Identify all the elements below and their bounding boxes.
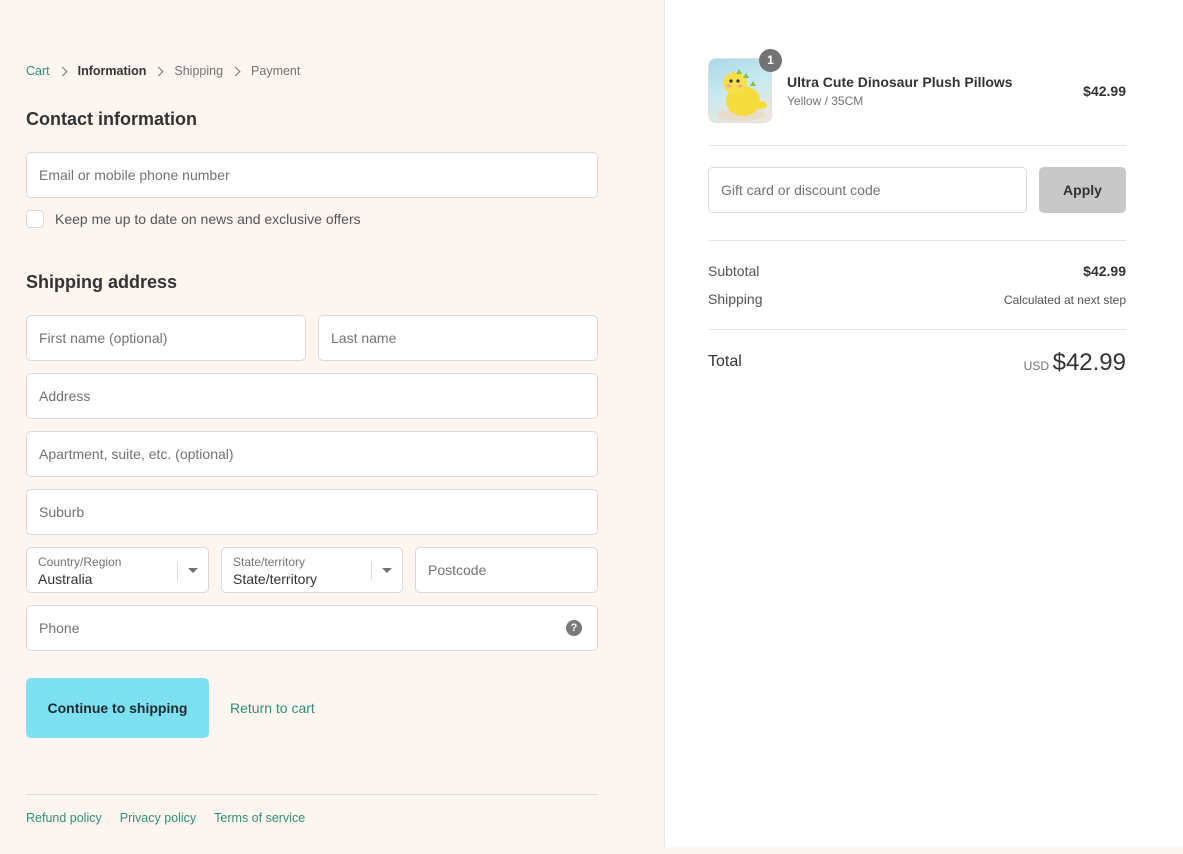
phone-wrapper: ? (26, 605, 598, 651)
breadcrumb-payment: Payment (251, 64, 301, 78)
discount-wrapper (708, 167, 1027, 213)
country-label: Country/Region (38, 555, 122, 569)
chevron-right-icon (230, 66, 241, 76)
return-to-cart-link[interactable]: Return to cart (230, 700, 315, 716)
chevron-down-icon (188, 568, 198, 573)
product-variant: Yellow / 35CM (787, 94, 864, 108)
breadcrumb-shipping: Shipping (174, 64, 224, 78)
newsletter-label: Keep me up to date on news and exclusive… (55, 211, 361, 227)
summary-divider (708, 329, 1126, 330)
discount-code-field[interactable] (709, 168, 1026, 212)
summary-divider (708, 240, 1126, 241)
state-label: State/territory (233, 555, 306, 569)
chevron-down-icon (382, 568, 392, 573)
state-value: State/territory (233, 571, 318, 587)
select-divider (177, 561, 178, 580)
subtotal-label: Subtotal (708, 263, 760, 279)
phone-field[interactable] (27, 606, 597, 650)
postcode-wrapper (415, 547, 598, 593)
state-select[interactable]: State/territory State/territory (221, 547, 403, 593)
last-name-field[interactable] (319, 316, 597, 360)
terms-of-service-link[interactable]: Terms of service (214, 811, 305, 825)
address-wrapper (26, 373, 598, 419)
summary-divider (708, 145, 1126, 146)
currency-code: USD (1023, 359, 1049, 373)
total-label: Total (708, 353, 742, 370)
newsletter-option[interactable]: Keep me up to date on news and exclusive… (26, 210, 361, 228)
privacy-policy-link[interactable]: Privacy policy (120, 811, 196, 825)
apply-discount-button[interactable]: Apply (1039, 167, 1126, 213)
question-mark-icon[interactable]: ? (566, 620, 582, 636)
select-divider (371, 561, 372, 580)
order-summary-panel: 1 Ultra Cute Dinosaur Plush Pillows Yell… (664, 0, 1183, 847)
email-field-wrapper (26, 152, 598, 198)
product-name: Ultra Cute Dinosaur Plush Pillows (787, 74, 1013, 90)
quantity-badge: 1 (759, 49, 782, 72)
first-name-wrapper (26, 315, 306, 361)
shipping-label: Shipping (708, 291, 763, 307)
chevron-right-icon (153, 66, 164, 76)
first-name-field[interactable] (27, 316, 305, 360)
last-name-wrapper (318, 315, 598, 361)
total-value: $42.99 (1052, 349, 1126, 376)
checkout-form-panel: Cart Information Shipping Payment Contac… (0, 0, 664, 854)
suburb-field[interactable] (27, 490, 597, 534)
footer-links: Refund policy Privacy policy Terms of se… (26, 811, 305, 825)
subtotal-value: $42.99 (1083, 263, 1126, 279)
shipping-address-title: Shipping address (26, 272, 178, 292)
country-select[interactable]: Country/Region Australia (26, 547, 209, 593)
continue-to-shipping-button[interactable]: Continue to shipping (26, 678, 209, 738)
chevron-right-icon (57, 66, 68, 76)
postcode-field[interactable] (416, 548, 597, 592)
newsletter-checkbox[interactable] (26, 210, 44, 228)
address-field[interactable] (27, 374, 597, 418)
breadcrumb-cart[interactable]: Cart (26, 64, 50, 78)
contact-information-title: Contact information (26, 109, 197, 129)
suburb-wrapper (26, 489, 598, 535)
product-price: $42.99 (1083, 83, 1126, 99)
breadcrumb-information: Information (77, 64, 147, 78)
country-value: Australia (38, 571, 93, 587)
shipping-value: Calculated at next step (1003, 293, 1126, 307)
apartment-wrapper (26, 431, 598, 477)
breadcrumb: Cart Information Shipping Payment (26, 64, 300, 78)
refund-policy-link[interactable]: Refund policy (26, 811, 102, 825)
footer-divider (26, 794, 598, 795)
email-field[interactable] (27, 153, 597, 197)
apartment-field[interactable] (27, 432, 597, 476)
